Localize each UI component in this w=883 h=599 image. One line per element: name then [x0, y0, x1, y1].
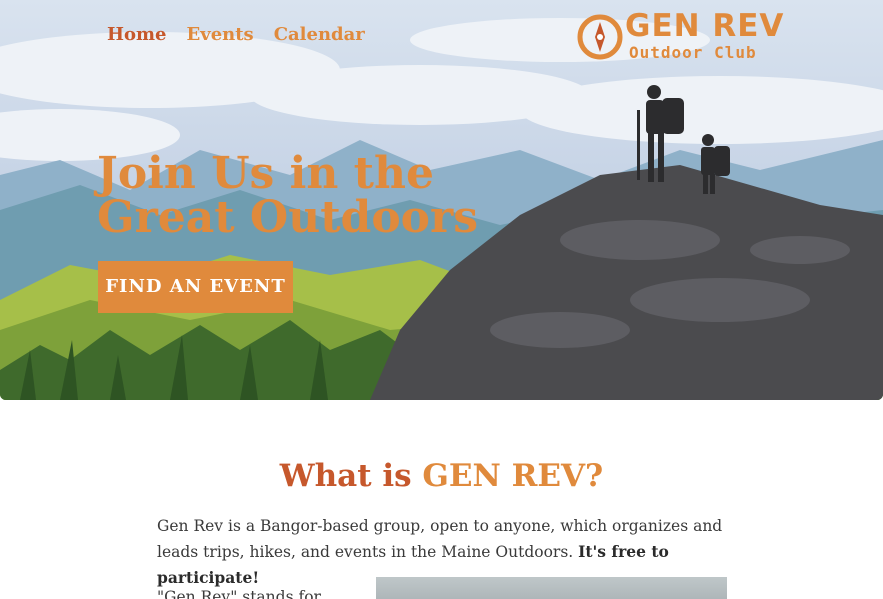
nav-link-calendar[interactable]: Calendar [274, 24, 365, 45]
logo-subtitle: Outdoor Club [629, 43, 757, 62]
nav-link-events[interactable]: Events [187, 24, 254, 45]
hero-headline-line2: Great Outdoors [97, 192, 478, 243]
hero-banner: Home Events Calendar GEN REV Outdoor Clu… [0, 0, 883, 400]
hero-headline: Join Us in the Great Outdoors [97, 152, 478, 240]
about-column-text: "Gen Rev" stands for [157, 588, 321, 599]
nav-link-home[interactable]: Home [107, 24, 167, 45]
find-event-button[interactable]: FIND AN EVENT [98, 261, 293, 313]
logo-title: GEN REV [625, 8, 785, 44]
main-nav: Home Events Calendar [107, 24, 365, 45]
site-logo[interactable]: GEN REV Outdoor Club [577, 8, 792, 64]
compass-icon [577, 14, 623, 60]
group-photo [376, 577, 727, 599]
about-title-prefix: What is [279, 458, 423, 494]
about-title: What is GEN REV? [0, 458, 883, 494]
about-title-accent: GEN REV? [422, 458, 604, 494]
